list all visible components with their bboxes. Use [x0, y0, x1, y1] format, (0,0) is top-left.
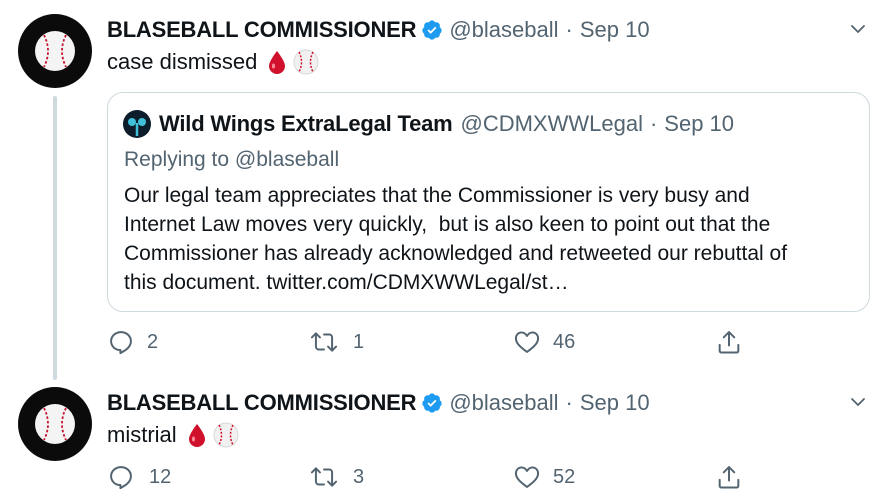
- display-name[interactable]: BLASEBALL COMMISSIONER: [107, 17, 417, 43]
- baseball-emoji: [213, 422, 239, 448]
- quote-separator: ·: [649, 111, 658, 136]
- reply-icon: [110, 331, 132, 355]
- retweet-count: 1: [353, 330, 365, 353]
- quote-timestamp[interactable]: Sep 10: [664, 111, 734, 137]
- share-icon: [718, 331, 740, 354]
- verified-badge-icon: [421, 19, 443, 41]
- tweet-actions: 2 1 46: [107, 328, 767, 358]
- display-name[interactable]: BLASEBALL COMMISSIONER: [107, 390, 417, 416]
- share-button[interactable]: [715, 328, 743, 356]
- like-button[interactable]: 52: [513, 463, 575, 491]
- retweet-button[interactable]: 1: [309, 328, 364, 356]
- tweet-header: BLASEBALL COMMISSIONER @blaseball · Sep …: [107, 389, 650, 417]
- baseball-emoji: [293, 49, 319, 75]
- like-button[interactable]: 46: [513, 328, 575, 356]
- quote-text-line: this document. twitter.com/CDMXWWLegal/s…: [124, 271, 569, 294]
- reply-button[interactable]: 12: [107, 463, 171, 491]
- replying-to-handle[interactable]: @blaseball: [235, 148, 339, 171]
- heart-icon: [514, 331, 540, 353]
- quoted-tweet[interactable]: Wild Wings ExtraLegal Team @CDMXWWLegal …: [107, 92, 870, 312]
- replying-to-label: Replying to: [124, 148, 230, 171]
- reply-icon: [110, 466, 132, 490]
- tweet-text: mistrial: [107, 422, 177, 447]
- handle[interactable]: @blaseball: [449, 17, 558, 43]
- drop-of-blood-emoji: [267, 50, 287, 74]
- timestamp[interactable]: Sep 10: [580, 390, 650, 416]
- replying-to: Replying to @blaseball: [124, 148, 339, 172]
- separator: ·: [565, 17, 573, 42]
- quote-avatar[interactable]: [123, 110, 151, 138]
- chevron-down-icon[interactable]: [843, 14, 873, 44]
- baseball-avatar-icon: [35, 404, 75, 444]
- reply-count: 12: [149, 465, 172, 488]
- avatar[interactable]: [18, 387, 92, 461]
- tweet-header: BLASEBALL COMMISSIONER @blaseball · Sep …: [107, 16, 650, 44]
- like-count: 46: [553, 330, 576, 353]
- verified-badge-icon: [421, 392, 443, 414]
- retweet-icon: [310, 467, 338, 487]
- quote-handle[interactable]: @CDMXWWLegal: [461, 111, 643, 137]
- thread-line: [53, 96, 57, 380]
- tweet-text: case dismissed: [107, 49, 258, 74]
- tweet-text-row: mistrial: [107, 421, 239, 449]
- retweet-count: 3: [353, 465, 365, 488]
- quote-display-name[interactable]: Wild Wings ExtraLegal Team: [159, 111, 453, 137]
- handle[interactable]: @blaseball: [449, 390, 558, 416]
- chevron-down-icon[interactable]: [843, 387, 873, 417]
- avatar[interactable]: [18, 14, 92, 88]
- retweet-icon: [310, 332, 338, 352]
- heart-icon: [514, 466, 540, 488]
- tweet-text-row: case dismissed: [107, 48, 319, 76]
- share-button[interactable]: [715, 463, 743, 491]
- baseball-avatar-icon: [35, 31, 75, 71]
- retweet-button[interactable]: 3: [309, 463, 364, 491]
- quote-header: Wild Wings ExtraLegal Team @CDMXWWLegal …: [123, 109, 734, 139]
- tweet-actions: 12 3 52: [107, 463, 767, 493]
- quote-text-line: Commissioner has already acknowledged an…: [124, 242, 788, 265]
- separator: ·: [565, 390, 573, 415]
- reply-count: 2: [147, 330, 159, 353]
- quote-text-line: Internet Law moves very quickly, but is …: [124, 213, 771, 236]
- drop-of-blood-emoji: [187, 423, 207, 447]
- quote-text: Our legal team appreciates that the Comm…: [124, 181, 787, 297]
- quote-text-line: Our legal team appreciates that the Comm…: [124, 184, 750, 207]
- like-count: 52: [553, 465, 576, 488]
- share-icon: [718, 466, 740, 489]
- reply-button[interactable]: 2: [107, 328, 158, 356]
- timestamp[interactable]: Sep 10: [580, 17, 650, 43]
